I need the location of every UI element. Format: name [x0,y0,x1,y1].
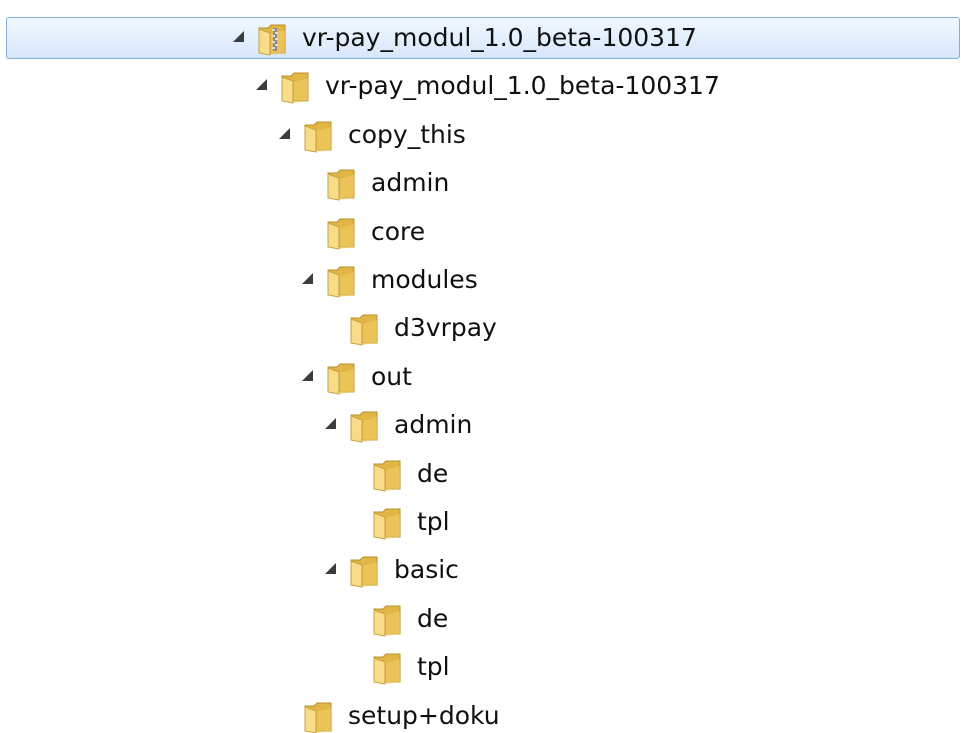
tree-item-label: de [417,458,449,488]
tree-item-label: admin [371,168,450,198]
folder-icon [325,216,357,250]
tree-item-label: core [371,216,426,246]
folder-icon [371,506,403,540]
expand-arrow-icon[interactable] [325,418,336,430]
tree-item-admin[interactable]: admin [0,159,961,207]
tree-item-d3vrpay[interactable]: d3vrpay [0,304,961,352]
tree-item-out-admin[interactable]: admin [0,401,961,449]
tree-item-out-admin-tpl[interactable]: tpl [0,498,961,546]
folder-icon [371,651,403,685]
tree-item-root-zip[interactable]: vr-pay_modul_1.0_beta-100317 [0,14,961,62]
tree-item-label: out [371,361,412,391]
tree-item-label: modules [371,265,478,294]
tree-item-label: vr-pay_modul_1.0_beta-100317 [302,23,697,52]
tree-item-label: vr-pay_modul_1.0_beta-100317 [325,71,720,101]
tree-item-label: d3vrpay [394,313,497,343]
tree-item-setup-doku[interactable]: setup+doku [0,692,961,733]
folder-tree: vr-pay_modul_1.0_beta-100317 vr-pay_modul… [0,0,961,733]
tree-item-root-folder[interactable]: vr-pay_modul_1.0_beta-100317 [0,62,961,110]
folder-icon [371,458,403,492]
tree-item-label: copy_this [348,119,466,149]
folder-icon [279,70,311,104]
zip-folder-icon [256,22,288,56]
expand-arrow-icon[interactable] [302,273,313,284]
tree-item-modules[interactable]: modules [0,256,961,304]
tree-item-label: de [417,603,449,633]
expand-arrow-icon[interactable] [256,79,267,91]
folder-icon [325,264,357,298]
folder-icon [348,554,380,588]
folder-icon [325,167,357,201]
tree-item-core[interactable]: core [0,208,961,256]
expand-arrow-icon[interactable] [233,31,244,42]
tree-item-label: basic [394,555,459,585]
tree-item-basic-tpl[interactable]: tpl [0,643,961,691]
folder-icon [302,700,334,733]
tree-item-out[interactable]: out [0,353,961,401]
tree-item-basic[interactable]: basic [0,546,961,594]
tree-item-label: tpl [417,507,450,536]
folder-icon [371,603,403,637]
tree-item-label: admin [394,410,473,440]
tree-item-basic-de[interactable]: de [0,595,961,643]
expand-arrow-icon[interactable] [302,369,313,381]
expand-arrow-icon[interactable] [325,563,336,575]
tree-item-out-admin-de[interactable]: de [0,450,961,498]
tree-item-label: setup+doku [348,700,500,730]
tree-item-label: tpl [417,652,450,682]
folder-icon [348,312,380,346]
expand-arrow-icon[interactable] [279,127,290,139]
folder-icon [348,409,380,443]
tree-item-copy-this[interactable]: copy_this [0,111,961,159]
folder-icon [325,361,357,395]
folder-icon [302,119,334,153]
